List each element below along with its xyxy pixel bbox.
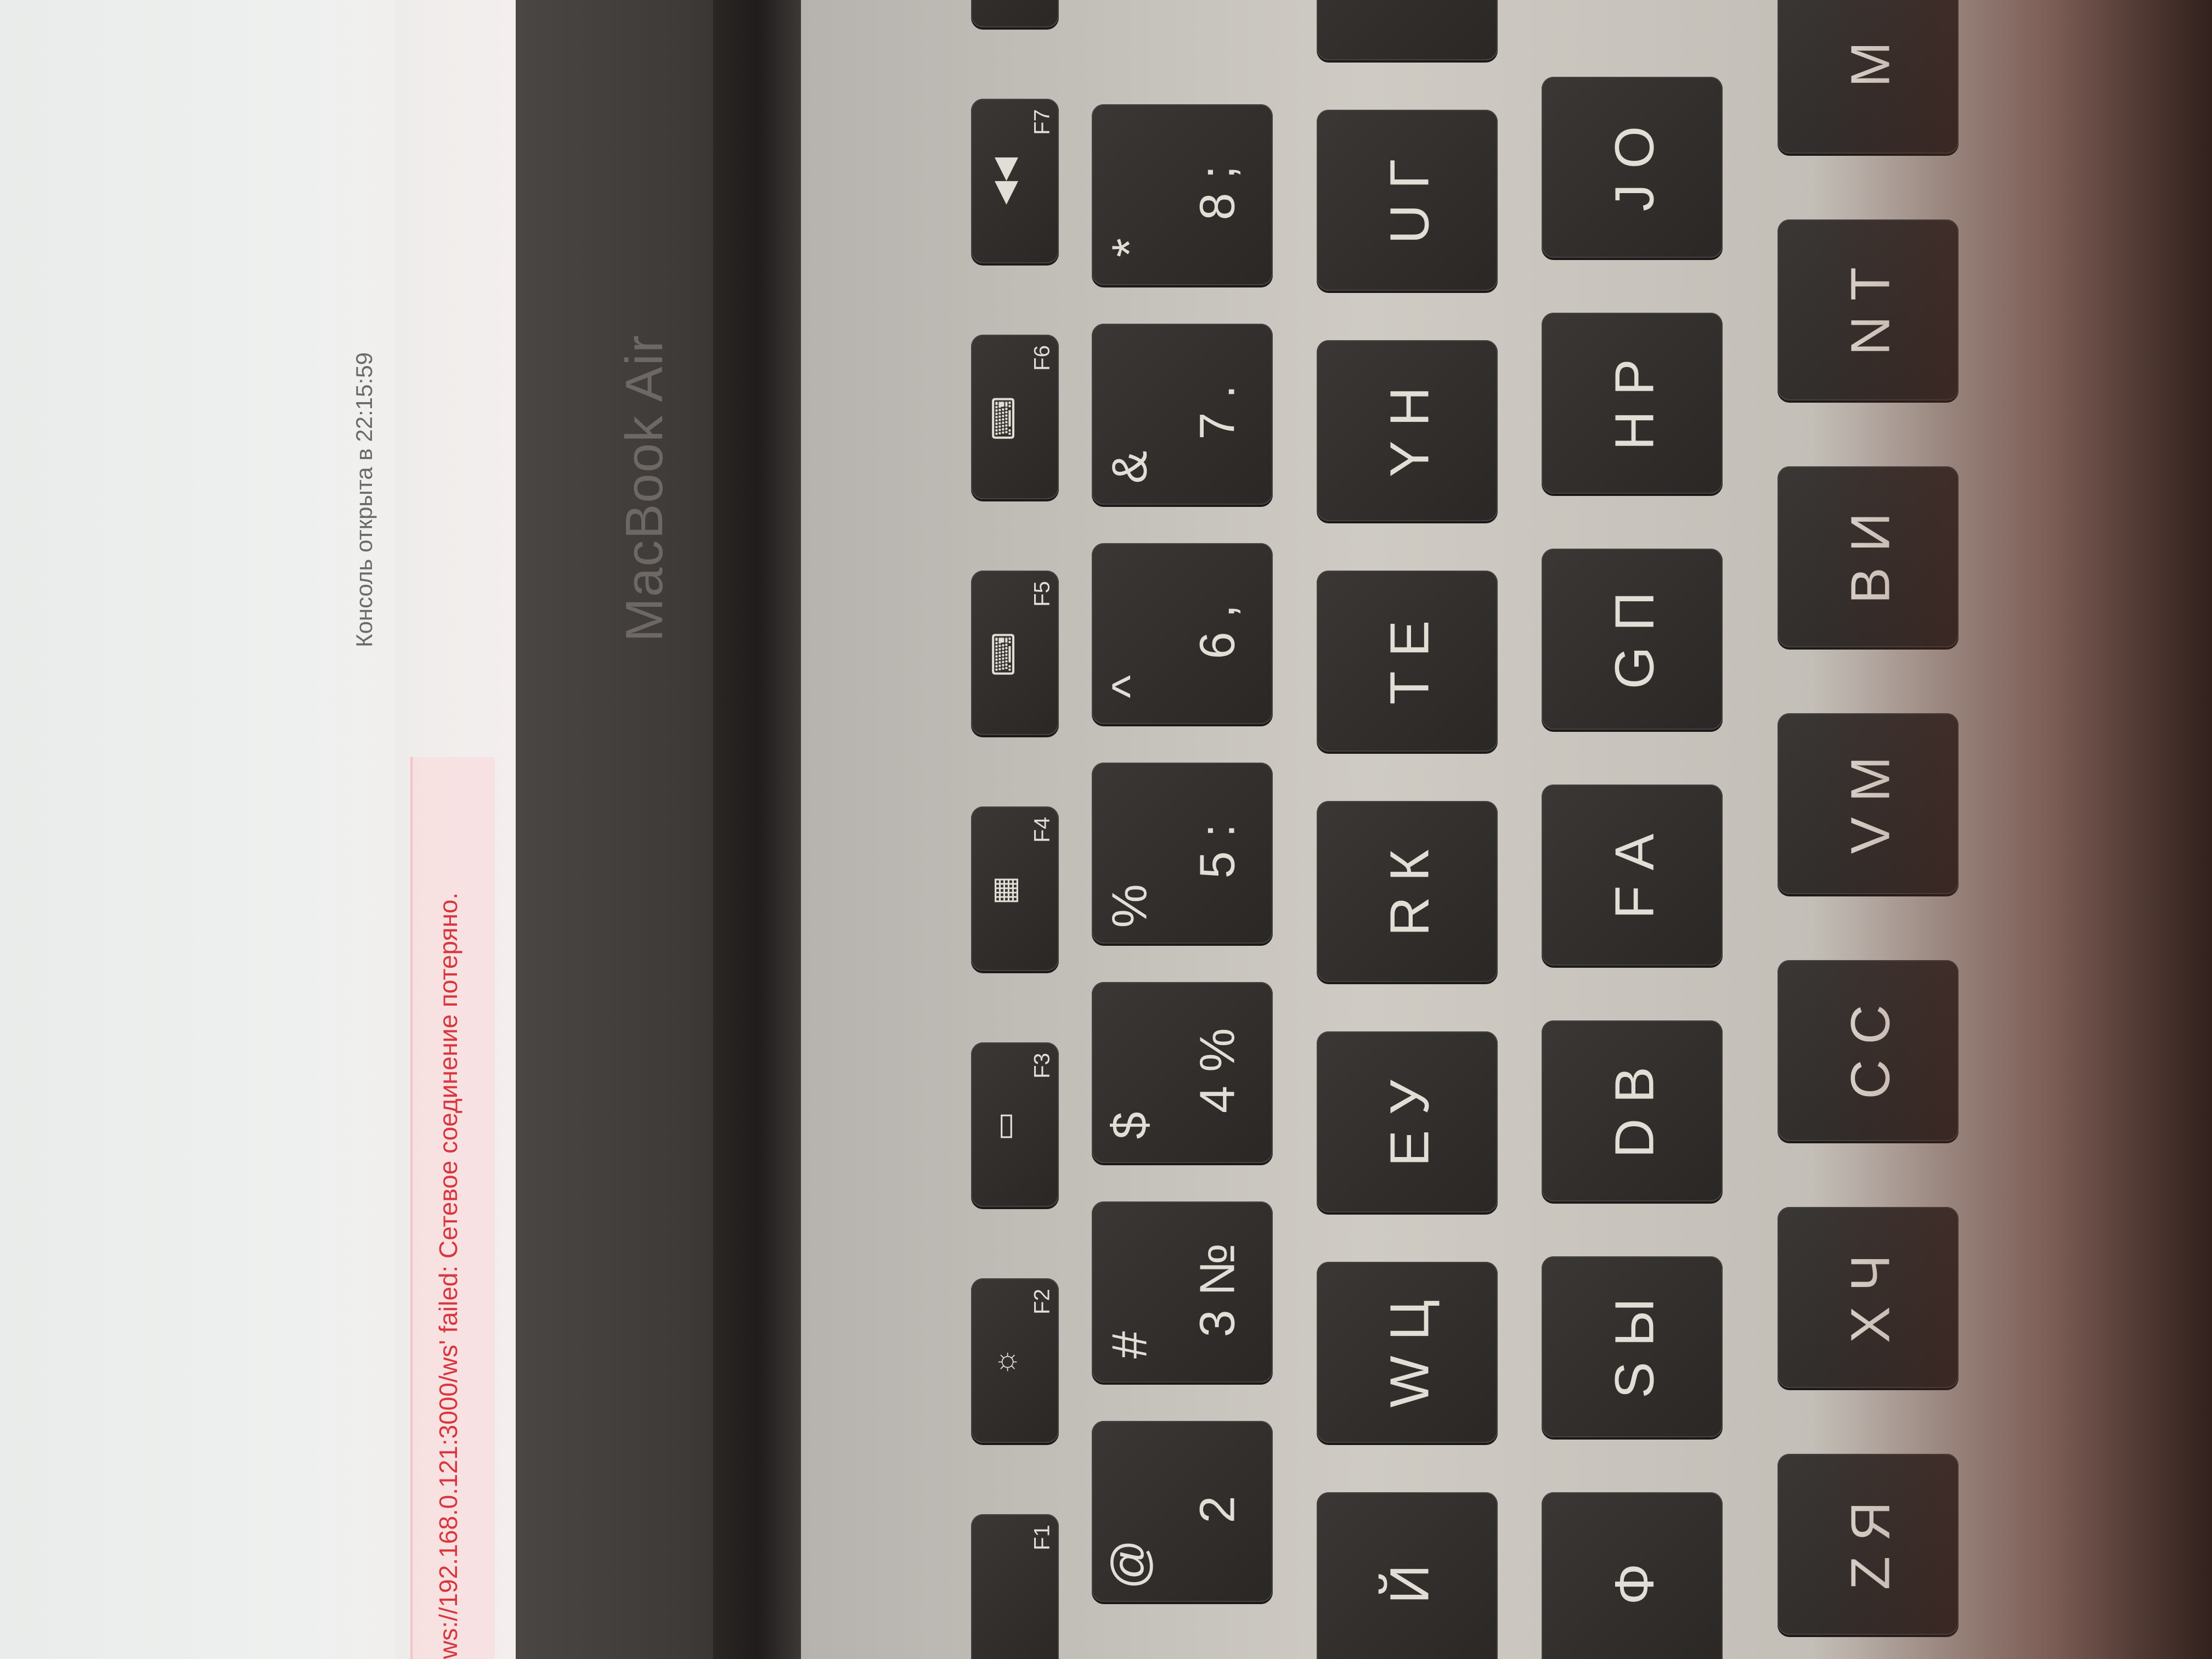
key-main-label: 3 № — [1190, 1243, 1245, 1338]
key-main-label: 7 . — [1190, 385, 1245, 440]
key-f-label: F4 — [1030, 817, 1054, 843]
hinge — [713, 0, 801, 1659]
laptop-screen — [0, 0, 417, 1659]
key-f[interactable]: F А — [1542, 785, 1723, 966]
key-shift-label: ^ — [1102, 675, 1158, 698]
key-f8[interactable]: ▶IIF8 — [971, 0, 1059, 27]
key-f6[interactable]: ⌨ F6 — [971, 335, 1059, 499]
key-3[interactable]: #3 № — [1092, 1201, 1273, 1383]
key-q[interactable]: Й — [1317, 1492, 1498, 1659]
key-shift-label: @ — [1102, 1539, 1158, 1590]
key-a[interactable]: Ф — [1542, 1492, 1723, 1659]
key-f-label: F3 — [1030, 1053, 1054, 1079]
key-main-label: 6 , — [1190, 604, 1245, 659]
key-j[interactable]: J О — [1542, 77, 1723, 258]
key-f5[interactable]: ⌨ F5 — [971, 571, 1059, 735]
key-main-label: Y Н — [1379, 387, 1441, 477]
key-f7[interactable]: ◀◀ F7 — [971, 99, 1059, 263]
key-f-label: F2 — [1030, 1289, 1054, 1314]
key-shift-label: * — [1102, 238, 1158, 258]
key-main-label: Й — [1379, 1564, 1441, 1604]
key-2[interactable]: @2 — [1092, 1421, 1273, 1602]
console-error-text: ws://192.168.0.121:3000/ws' failed: Сете… — [434, 892, 462, 1659]
key-f-label: F6 — [1030, 345, 1054, 371]
key-w[interactable]: W Ц — [1317, 1262, 1498, 1443]
key-shift-label: % — [1102, 884, 1158, 928]
key-main-label: 4 % — [1190, 1028, 1245, 1114]
key-u[interactable]: U Г — [1317, 110, 1498, 291]
key-i[interactable]: I — [1317, 0, 1498, 60]
key-f2[interactable]: ☼ F2 — [971, 1278, 1059, 1443]
key-6[interactable]: ^ 6 , — [1092, 543, 1273, 724]
key-f-label: F7 — [1030, 109, 1054, 135]
key-main-label: 5 : — [1190, 823, 1245, 879]
key-main-label: D В — [1604, 1066, 1666, 1158]
key-h[interactable]: H Р — [1542, 313, 1723, 494]
key-g[interactable]: G П — [1542, 549, 1723, 730]
key-icon: ▭ — [986, 1111, 1021, 1141]
key-main-label: F А — [1604, 833, 1666, 919]
key-f1[interactable]: F1 — [971, 1514, 1059, 1659]
key-shift-label: # — [1102, 1331, 1158, 1359]
key-main-label: G П — [1604, 591, 1666, 690]
key-f4[interactable]: ▦ F4 — [971, 806, 1059, 971]
photo-scene: Консоль открыта в 22:15:59 ws://192.168.… — [0, 0, 2212, 1659]
brand-logo-text: MacBook Air — [615, 334, 674, 642]
key-main-label: R К — [1379, 849, 1441, 936]
key-s[interactable]: S Ы — [1542, 1256, 1723, 1437]
key-main-label: S Ы — [1604, 1298, 1666, 1399]
key-e[interactable]: E У — [1317, 1031, 1498, 1212]
key-y[interactable]: Y Н — [1317, 340, 1498, 521]
key-main-label: 8 ; — [1190, 165, 1245, 221]
key-f-label: F1 — [1030, 1525, 1054, 1550]
key-main-label: H Р — [1604, 359, 1666, 450]
key-t[interactable]: T Е — [1317, 571, 1498, 752]
key-icon: ⌨ — [986, 632, 1021, 676]
key-main-label: W Ц — [1379, 1300, 1441, 1408]
key-shift-label: & — [1102, 450, 1158, 484]
key-main-label: I — [1379, 0, 1442, 43]
key-main-label: T Е — [1379, 620, 1441, 705]
key-f-label: F5 — [1030, 581, 1054, 607]
key-4[interactable]: $4 % — [1092, 982, 1273, 1163]
key-main-label: E У — [1379, 1080, 1441, 1167]
key-d[interactable]: D В — [1542, 1020, 1723, 1201]
key-5[interactable]: % 5 : — [1092, 763, 1273, 944]
key-8[interactable]: * 8 ; — [1092, 104, 1273, 285]
key-main-label: 2 — [1190, 1496, 1245, 1523]
key-main-label: J О — [1604, 126, 1666, 212]
key-icon: ⌨ — [986, 396, 1021, 441]
key-7[interactable]: & 7 . — [1092, 324, 1273, 505]
key-icon: ☼ — [986, 1347, 1022, 1376]
key-icon: ▦ — [986, 876, 1021, 905]
key-r[interactable]: R К — [1317, 801, 1498, 982]
key-main-label: U Г — [1379, 159, 1441, 244]
warm-shadow — [1810, 0, 2212, 1659]
console-opened-text: Консоль открыта в 22:15:59 — [351, 352, 377, 647]
key-shift-label: $ — [1102, 1111, 1158, 1139]
key-main-label: Ф — [1604, 1563, 1666, 1605]
key-f3[interactable]: ▭ F3 — [971, 1042, 1059, 1207]
key-icon: ◀◀ — [986, 157, 1021, 205]
